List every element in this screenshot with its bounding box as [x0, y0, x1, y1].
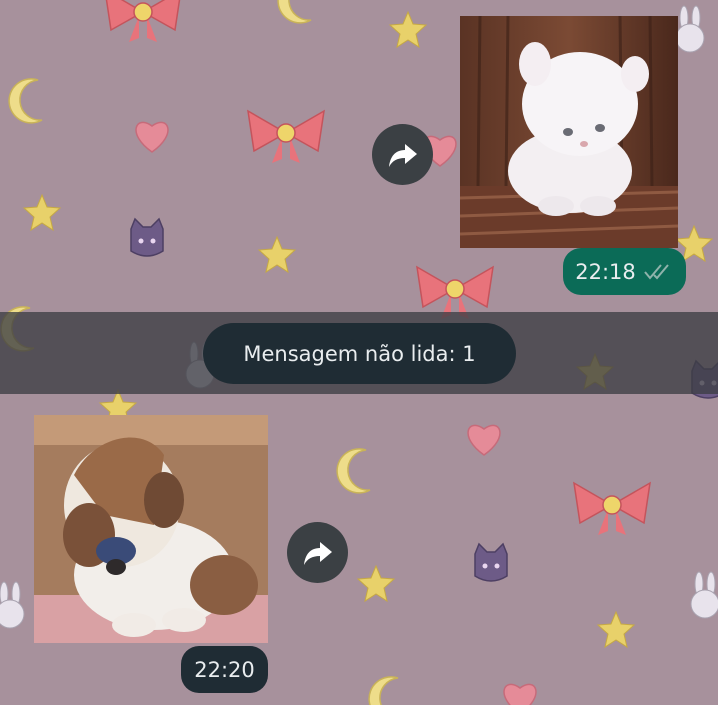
forward-arrow-icon [303, 541, 332, 565]
incoming-photo-message[interactable] [34, 415, 268, 643]
forward-arrow-icon [388, 143, 417, 167]
message-time: 22:18 [575, 259, 636, 284]
forward-button[interactable] [287, 522, 348, 583]
outgoing-photo-message[interactable] [460, 16, 678, 248]
incoming-timestamp: 22:20 [181, 646, 268, 693]
outgoing-timestamp: 22:18 [563, 248, 686, 295]
double-check-icon [643, 263, 674, 281]
forward-button[interactable] [372, 124, 433, 185]
kitten-photo [460, 16, 678, 248]
puppy-photo [34, 415, 268, 643]
unread-messages-badge: Mensagem não lida: 1 [203, 323, 516, 384]
unread-label: Mensagem não lida: 1 [243, 341, 476, 366]
message-time: 22:20 [194, 657, 255, 682]
